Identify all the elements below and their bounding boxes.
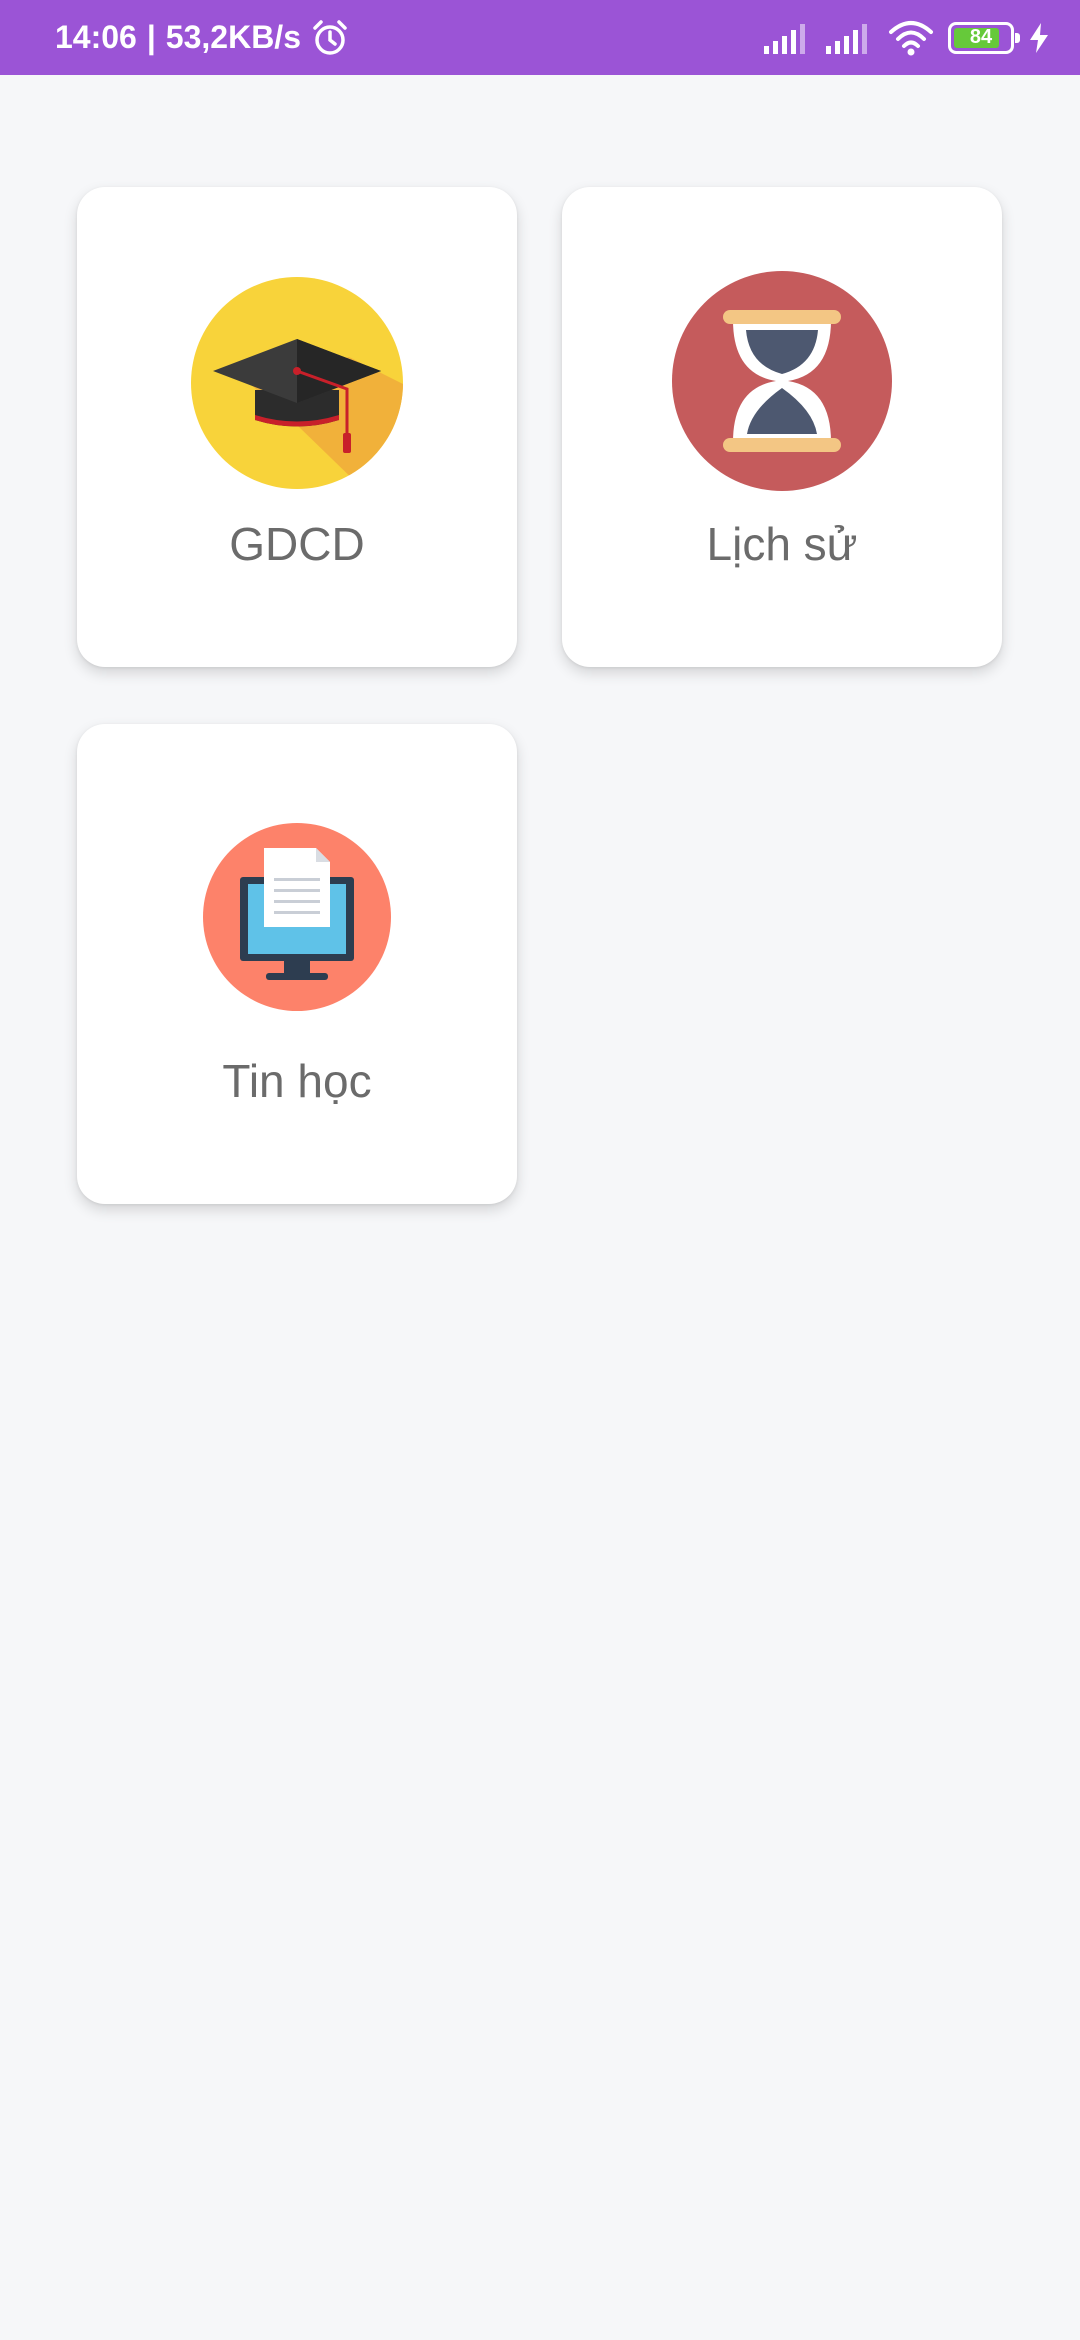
computer-document-icon — [202, 822, 392, 1017]
subject-label: Lịch sử — [706, 518, 858, 570]
wifi-icon — [888, 20, 934, 56]
status-right: 84 — [764, 0, 1050, 75]
status-separator: | — [146, 19, 156, 55]
hourglass-icon — [671, 270, 893, 497]
signal-1-icon — [764, 22, 812, 54]
subject-card-lich-su[interactable]: Lịch sử — [562, 187, 1002, 667]
status-time: 14:06 — [55, 19, 137, 55]
status-bar: 14:06 | 53,2KB/s 84 — [0, 0, 1080, 75]
status-left: 14:06 | 53,2KB/s — [55, 0, 349, 75]
battery-level: 84 — [969, 26, 993, 48]
charging-icon — [1028, 22, 1050, 54]
subject-grid: GDCD Lịch sử Tin học — [0, 75, 1080, 2340]
network-speed: 53,2KB/s — [165, 19, 301, 55]
alarm-icon — [311, 19, 349, 57]
subject-card-gdcd[interactable]: GDCD — [77, 187, 517, 667]
graduation-cap-icon — [189, 275, 405, 496]
subject-card-tin-hoc[interactable]: Tin học — [77, 724, 517, 1204]
signal-2-icon — [826, 22, 874, 54]
subject-label: Tin học — [222, 1055, 372, 1107]
battery-icon: 84 — [948, 21, 1020, 54]
subject-label: GDCD — [229, 518, 365, 570]
